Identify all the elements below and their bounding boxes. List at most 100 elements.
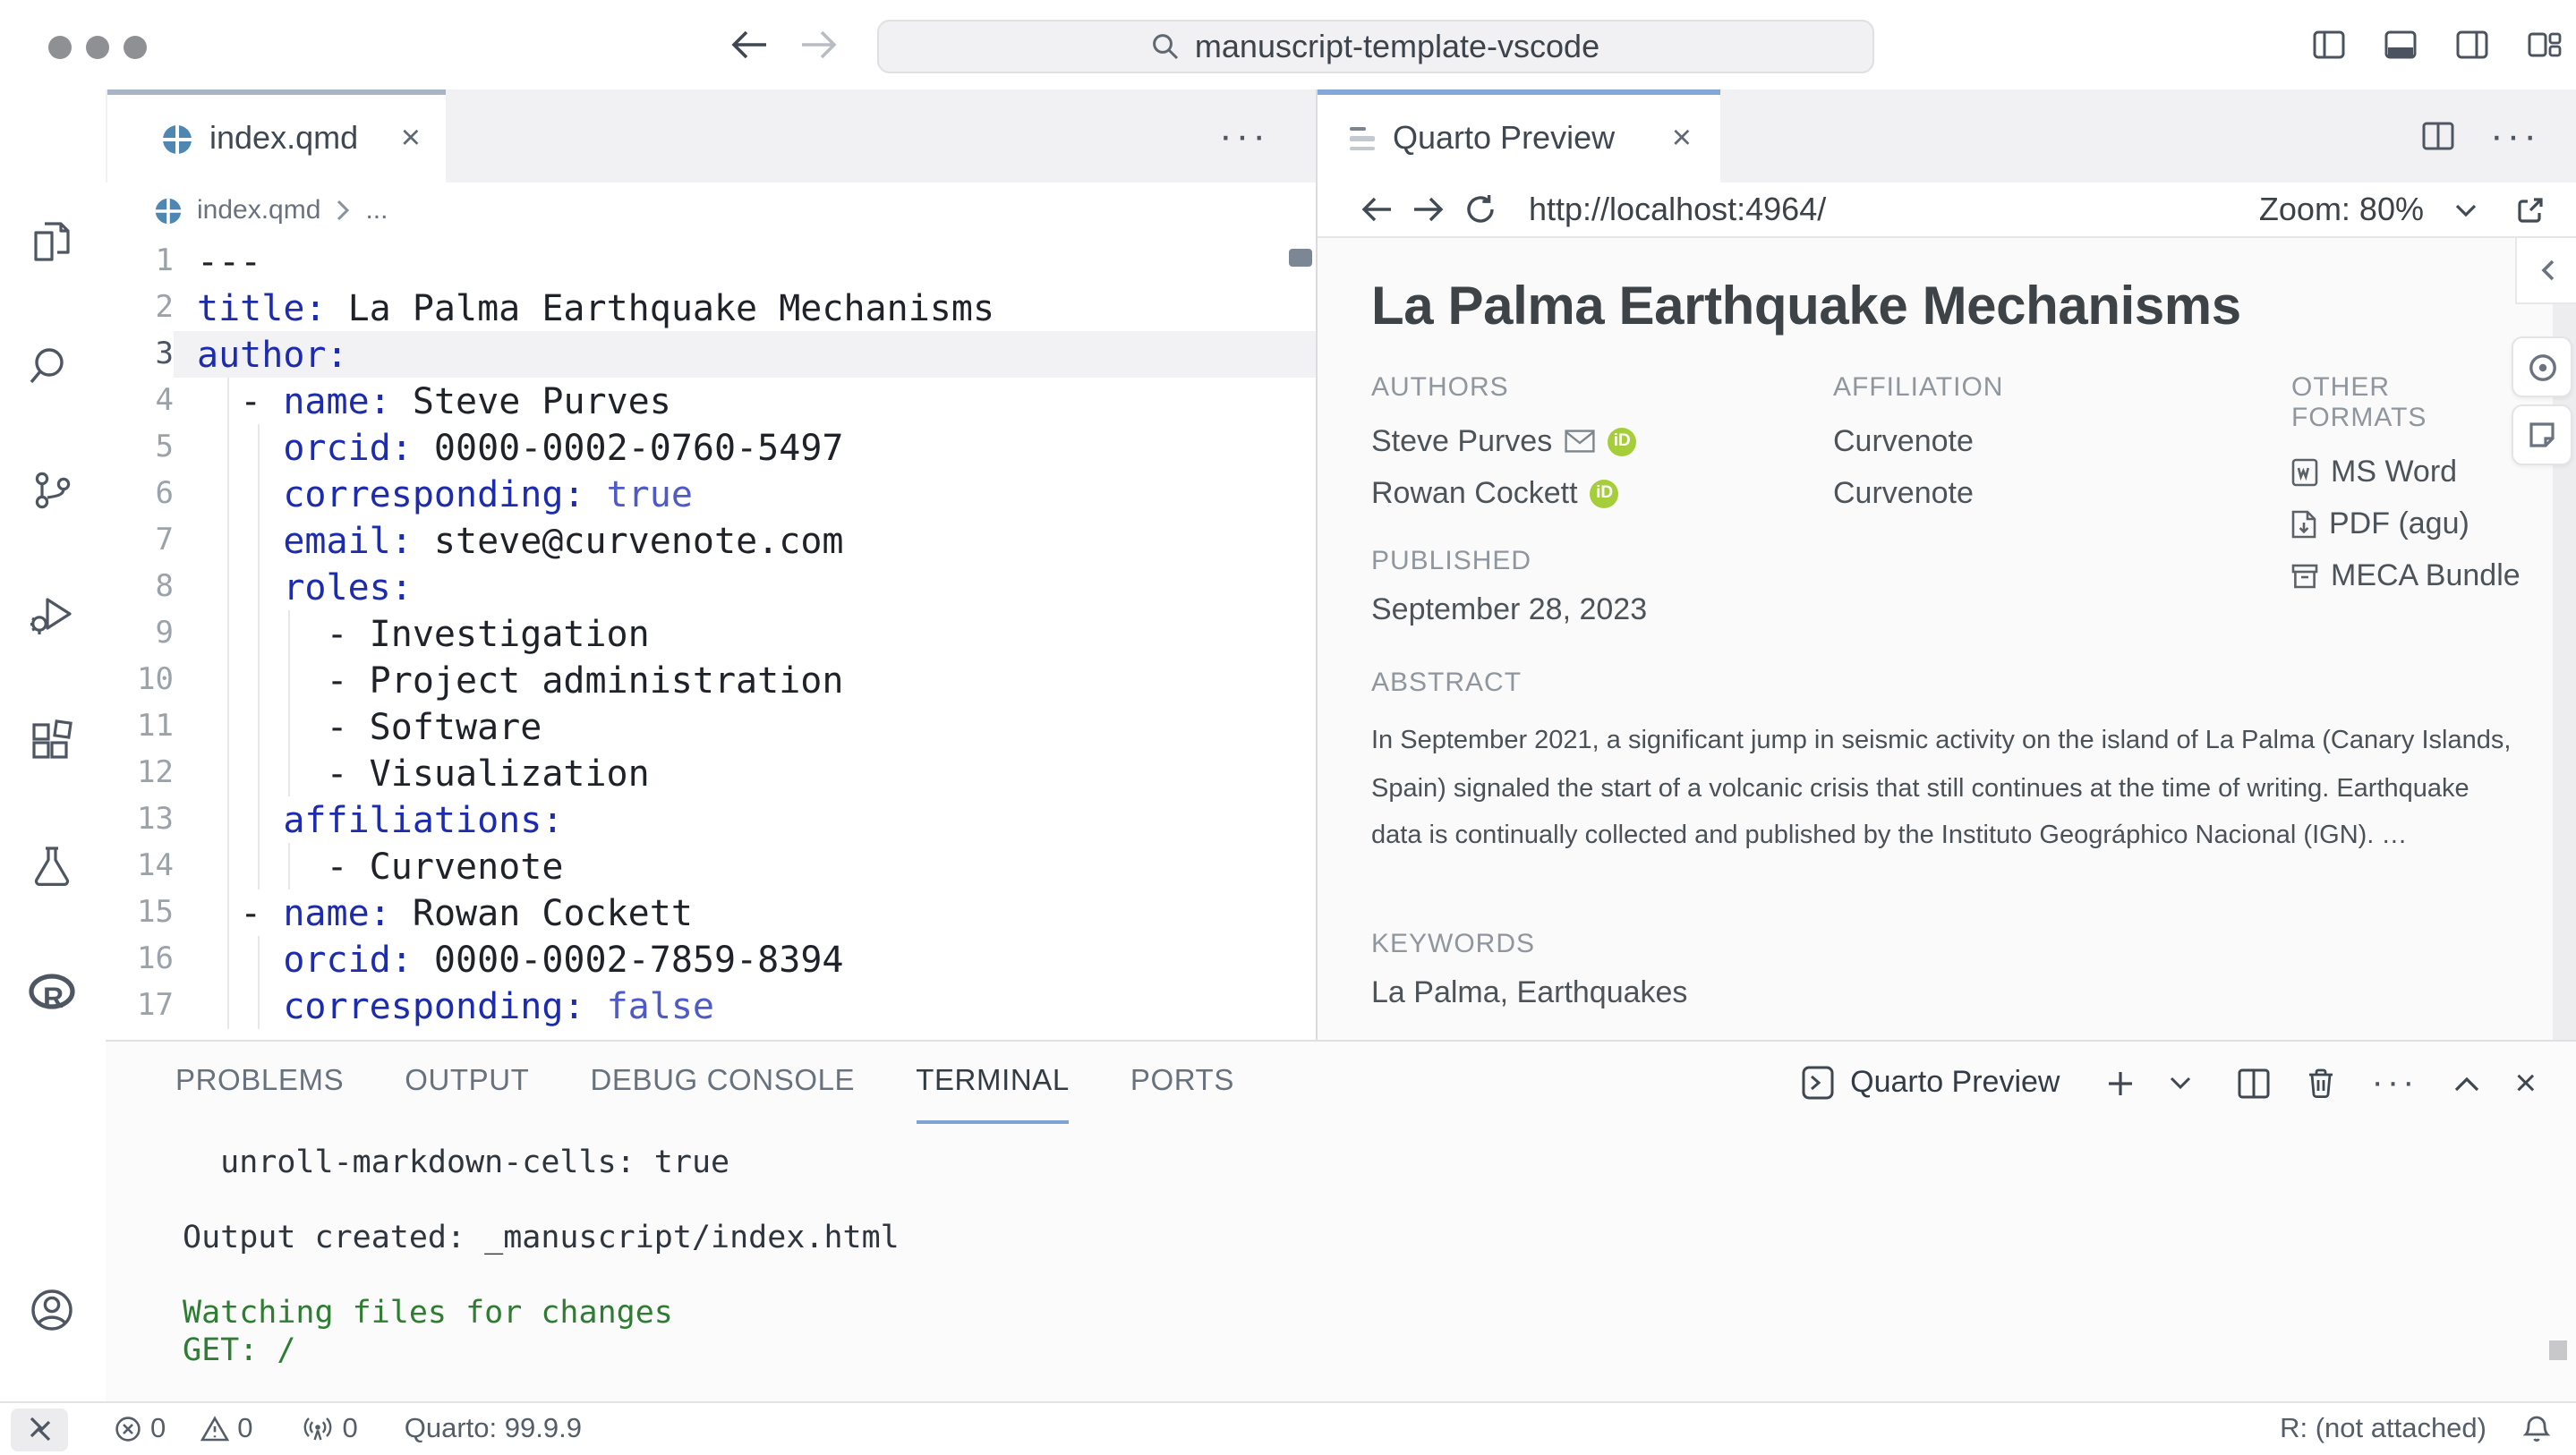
- line-content: affiliations:: [174, 796, 1316, 843]
- run-debug-icon[interactable]: [29, 592, 75, 639]
- format-link[interactable]: MECA Bundle: [2291, 549, 2521, 601]
- panel-tab-output[interactable]: OUTPUT: [405, 1042, 529, 1124]
- affiliation-label: AFFILIATION: [1833, 372, 2003, 403]
- orcid-icon[interactable]: iD: [1591, 479, 1619, 507]
- notifications-bell-icon[interactable]: [2522, 1414, 2551, 1444]
- source-control-icon[interactable]: [29, 467, 75, 514]
- code-line[interactable]: 12 - Visualization: [106, 750, 1316, 796]
- preview-reload-icon[interactable]: [1464, 193, 1497, 225]
- zoom-chevron-down-icon[interactable]: [2454, 201, 2478, 217]
- panel-tab-ports[interactable]: PORTS: [1130, 1042, 1234, 1124]
- code-line[interactable]: 4 - name: Steve Purves: [106, 378, 1316, 424]
- code-line[interactable]: 3author:: [106, 331, 1316, 378]
- history-forward-icon[interactable]: [800, 29, 838, 61]
- code-line[interactable]: 2title: La Palma Earthquake Mechanisms: [106, 285, 1316, 331]
- code-line[interactable]: 10 - Project administration: [106, 657, 1316, 703]
- panel-more-actions-icon[interactable]: ···: [2372, 1065, 2418, 1101]
- orcid-icon[interactable]: iD: [1608, 427, 1636, 455]
- code-line[interactable]: 16 orcid: 0000-0002-7859-8394: [106, 936, 1316, 983]
- close-tab-icon[interactable]: ×: [401, 122, 421, 156]
- panel-tab-terminal[interactable]: TERMINAL: [916, 1042, 1070, 1124]
- close-panel-icon[interactable]: ×: [2514, 1064, 2537, 1102]
- warning-count: 0: [237, 1413, 252, 1445]
- preview-url[interactable]: http://localhost:4964/: [1529, 191, 1826, 228]
- keywords-label: KEYWORDS: [1371, 929, 1687, 959]
- code-token: author:: [197, 333, 348, 376]
- terminal-output[interactable]: unroll-markdown-cells: trueOutput create…: [106, 1145, 2576, 1371]
- preview-document[interactable]: La Palma Earthquake Mechanisms AUTHORS S…: [1318, 238, 2576, 1040]
- editor-more-actions-icon[interactable]: ···: [1219, 89, 1269, 183]
- code-line[interactable]: 6 corresponding: true: [106, 471, 1316, 517]
- code-line[interactable]: 11 - Software: [106, 703, 1316, 750]
- code-token: false: [607, 984, 714, 1027]
- format-link[interactable]: MS Word: [2291, 446, 2521, 498]
- new-terminal-icon[interactable]: [2107, 1069, 2134, 1096]
- tab-quarto-preview[interactable]: Quarto Preview ×: [1318, 89, 1720, 183]
- problems-status[interactable]: 0 0: [115, 1413, 253, 1445]
- preview-eye-icon[interactable]: [2512, 336, 2572, 397]
- line-content: - Curvenote: [174, 843, 1316, 889]
- code-line[interactable]: 13 affiliations:: [106, 796, 1316, 843]
- testing-icon[interactable]: [29, 843, 75, 889]
- maximize-panel-icon[interactable]: [2453, 1075, 2478, 1091]
- terminal-scrollbar-thumb[interactable]: [2549, 1340, 2567, 1360]
- open-external-icon[interactable]: [2515, 194, 2546, 225]
- minimize-window-button[interactable]: [86, 36, 109, 59]
- abstract-label: ABSTRACT: [1371, 668, 2512, 698]
- customize-layout-icon[interactable]: [2528, 30, 2562, 59]
- close-tab-icon[interactable]: ×: [1672, 122, 1692, 156]
- split-terminal-icon[interactable]: [2238, 1068, 2270, 1098]
- terminal-dropdown-chevron-icon[interactable]: [2170, 1076, 2191, 1090]
- account-icon[interactable]: [29, 1287, 75, 1333]
- breadcrumb-file[interactable]: index.qmd: [197, 195, 320, 225]
- breadcrumb[interactable]: index.qmd ...: [106, 183, 1316, 238]
- close-window-button[interactable]: [48, 36, 72, 59]
- panel-tab-problems[interactable]: PROBLEMS: [175, 1042, 344, 1124]
- tab-index-qmd[interactable]: index.qmd ×: [107, 89, 446, 183]
- search-icon[interactable]: [29, 344, 75, 390]
- code-line[interactable]: 17 corresponding: false: [106, 983, 1316, 1029]
- toggle-panel-icon[interactable]: [2384, 30, 2417, 59]
- quarto-version[interactable]: Quarto: 99.9.9: [405, 1413, 582, 1445]
- code-token: [197, 566, 283, 608]
- published-date: September 28, 2023: [1371, 592, 1647, 628]
- remote-indicator[interactable]: [11, 1408, 68, 1451]
- zoom-level[interactable]: Zoom: 80%: [2259, 191, 2424, 228]
- breadcrumb-ellipsis[interactable]: ...: [365, 195, 388, 225]
- r-language-icon[interactable]: R: [29, 970, 75, 1017]
- zoom-window-button[interactable]: [124, 36, 147, 59]
- kill-terminal-icon[interactable]: [2306, 1067, 2336, 1099]
- r-status[interactable]: R: (not attached): [2280, 1413, 2486, 1445]
- code-token: affiliations:: [283, 798, 563, 841]
- line-content: title: La Palma Earthquake Mechanisms: [174, 285, 1316, 331]
- editor-group: index.qmd × ··· index.qmd ... 1---2title…: [106, 89, 1316, 1040]
- toggle-primary-sidebar-icon[interactable]: [2313, 30, 2345, 59]
- toggle-secondary-sidebar-icon[interactable]: [2456, 30, 2488, 59]
- extensions-icon[interactable]: [29, 719, 75, 766]
- format-link[interactable]: PDF (agu): [2291, 498, 2521, 549]
- line-number: 5: [106, 430, 174, 465]
- email-icon[interactable]: [1565, 430, 1595, 453]
- line-number: 1: [106, 243, 174, 279]
- preview-back-icon[interactable]: [1361, 195, 1393, 224]
- code-line[interactable]: 9 - Investigation: [106, 610, 1316, 657]
- scrollbar-thumb[interactable]: [1289, 249, 1312, 267]
- panel-tab-debug-console[interactable]: DEBUG CONSOLE: [590, 1042, 855, 1124]
- preview-more-actions-icon[interactable]: ···: [2490, 116, 2540, 156]
- history-back-icon[interactable]: [730, 29, 768, 61]
- command-center-search[interactable]: manuscript-template-vscode: [877, 20, 1874, 73]
- split-editor-icon[interactable]: [2422, 122, 2454, 150]
- code-line[interactable]: 7 email: steve@curvenote.com: [106, 517, 1316, 564]
- code-line[interactable]: 15 - name: Rowan Cockett: [106, 889, 1316, 936]
- code-line[interactable]: 14 - Curvenote: [106, 843, 1316, 889]
- code-line[interactable]: 5 orcid: 0000-0002-0760-5497: [106, 424, 1316, 471]
- collapse-panel-icon[interactable]: [2515, 238, 2576, 304]
- code-line[interactable]: 8 roles:: [106, 564, 1316, 610]
- explorer-icon[interactable]: [29, 218, 75, 265]
- preview-note-icon[interactable]: [2512, 404, 2572, 465]
- code-line[interactable]: 1---: [106, 238, 1316, 285]
- ports-status[interactable]: 0: [303, 1413, 358, 1445]
- preview-forward-icon[interactable]: [1412, 195, 1445, 224]
- terminal-session[interactable]: Quarto Preview: [1800, 1065, 2060, 1101]
- code-editor[interactable]: 1---2title: La Palma Earthquake Mechanis…: [106, 238, 1316, 1040]
